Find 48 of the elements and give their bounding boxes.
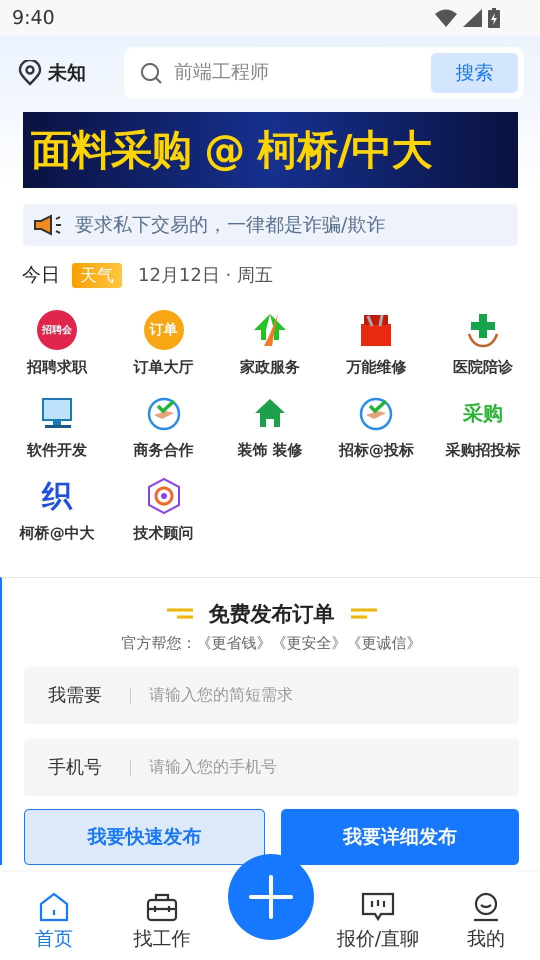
nav-tab[interactable]: 首页	[0, 872, 108, 960]
title-dash-icon	[164, 608, 194, 620]
form-field[interactable]: 我需要 请输入您的简短需求	[24, 667, 519, 724]
banner[interactable]: 面料采购 @ 柯桥/中大	[23, 112, 518, 188]
today-label: 今日	[22, 263, 60, 288]
word-icon: 织	[42, 476, 72, 516]
word-icon: 采购	[462, 400, 503, 426]
status-time: 9:40	[12, 7, 55, 29]
input-field[interactable]: 请输入您的手机号	[147, 758, 519, 778]
battery-icon	[488, 8, 500, 28]
nav-tab[interactable]: 我的	[432, 872, 540, 960]
service-item[interactable]: 采购 采购招投标	[430, 391, 536, 460]
input-field[interactable]: 请输入您的简短需求	[147, 686, 519, 706]
search-icon	[140, 62, 162, 84]
form-field[interactable]: 手机号 请输入您的手机号	[24, 739, 519, 796]
date-text: 12月12日 · 周五	[138, 264, 273, 287]
signal-icon	[463, 9, 482, 27]
service-item[interactable]: 软件开发	[4, 391, 110, 460]
nav-tab[interactable]: 报价/直聊	[324, 872, 432, 960]
field-label: 手机号	[48, 758, 131, 776]
form-title: 免费发布订单	[208, 601, 334, 628]
service-item[interactable]: 织 柯桥@中大	[4, 474, 110, 543]
location-label[interactable]: 未知	[48, 60, 86, 86]
service-item[interactable]: 招标@投标	[323, 391, 430, 460]
service-item[interactable]: 商务合作	[110, 391, 217, 460]
form-subtitle: 官方帮您：《更省钱》《更安全》《更诚信》	[120, 634, 422, 653]
badge-icon: 招聘会	[37, 310, 78, 350]
service-item[interactable]: 家政服务	[216, 308, 324, 377]
service-item[interactable]: 招聘会 招聘求职	[4, 308, 110, 377]
service-item[interactable]: 万能维修	[323, 308, 430, 377]
plus-icon	[249, 875, 293, 919]
field-label: 我需要	[48, 686, 131, 704]
publish-button[interactable]: 我要详细发布	[280, 809, 519, 865]
service-item[interactable]: 技术顾问	[110, 474, 217, 543]
service-item[interactable]: 医院陪诊	[430, 308, 536, 377]
service-item[interactable]: 装饰 装修	[216, 391, 324, 460]
wifi-icon	[435, 9, 457, 27]
notice-text: 要求私下交易的，一律都是诈骗/欺诈	[75, 213, 386, 238]
nav-tab[interactable]: 找工作	[108, 872, 216, 960]
title-dash-icon	[348, 608, 378, 620]
badge-icon: 订单	[144, 310, 184, 350]
banner-title: 面料采购 @ 柯桥/中大	[30, 124, 432, 176]
location-pin-icon	[18, 60, 42, 86]
briefcase-icon	[146, 892, 178, 922]
chat-icon	[361, 892, 395, 922]
megaphone-icon	[33, 214, 63, 236]
home-icon	[38, 892, 70, 922]
service-item[interactable]: 订单 订单大厅	[110, 308, 217, 377]
